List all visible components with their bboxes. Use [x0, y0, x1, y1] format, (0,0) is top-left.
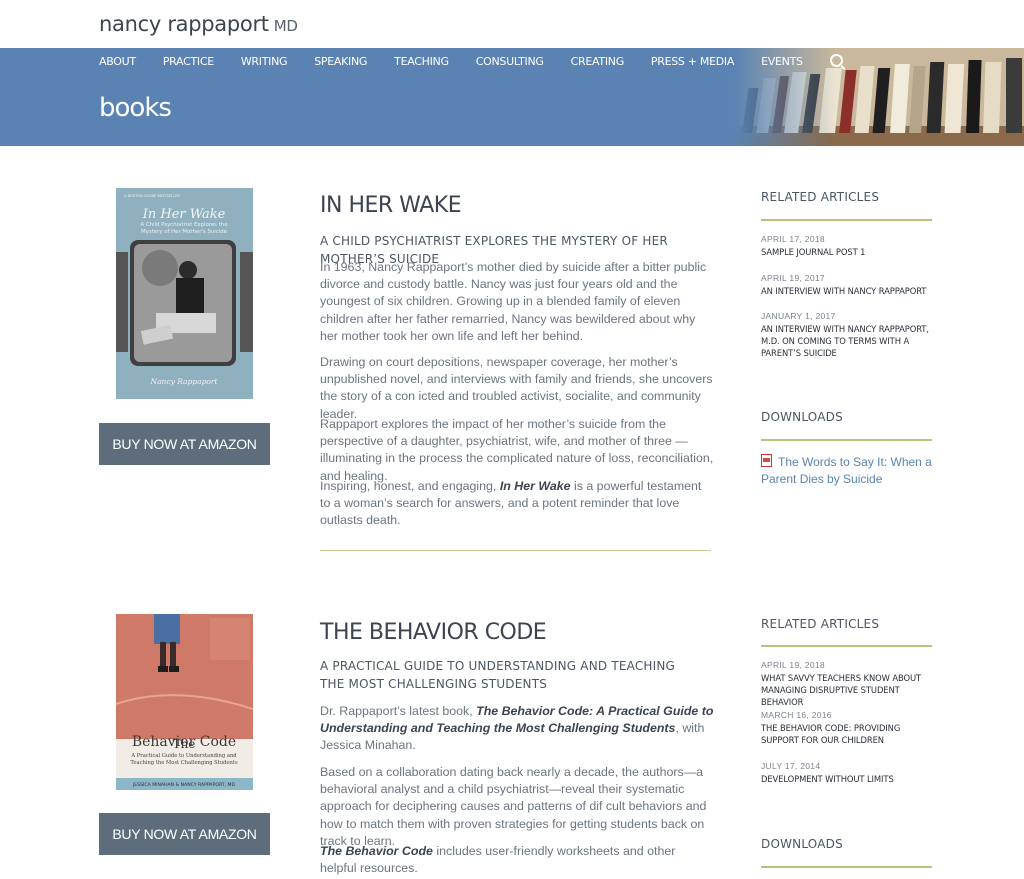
book-description-paragraph: The Behavior Code includes user-friendly… [320, 844, 676, 876]
book-title-emphasis: The Behavior Code [320, 844, 433, 858]
book-title: IN HER WAKE [320, 193, 462, 218]
sidebar-divider [761, 866, 932, 868]
article-link[interactable]: WHAT SAVVY TEACHERS KNOW ABOUT MANAGING … [761, 672, 933, 708]
sidebar-divider [761, 439, 932, 441]
book-title-emphasis: In Her Wake [499, 479, 571, 493]
article-date: JULY 17, 2014 [761, 761, 821, 771]
cover-title: In Her Wake [142, 207, 226, 222]
downloads-heading: DOWNLOADS [761, 410, 843, 424]
book-description-paragraph: Drawing on court depositions, newspaper … [320, 355, 713, 421]
pdf-icon [761, 454, 772, 467]
cover-tagline: A BOSTON GLOBE BESTSELLER [124, 194, 180, 198]
buy-now-amazon-button[interactable]: BUY NOW AT AMAZON [99, 813, 270, 855]
logo-suffix: MD [273, 17, 298, 35]
book-cover-behavior-code[interactable]: The Behavior Code A Practical Guide to U… [116, 614, 253, 790]
book-description-paragraph: Dr. Rappaport’s latest book, The Behavio… [320, 704, 714, 753]
page-banner: ABOUT PRACTICE WRITING SPEAKING TEACHING… [0, 48, 1024, 146]
related-articles-heading: RELATED ARTICLES [761, 190, 880, 204]
download-link-label: The Words to Say It: When a Parent Dies … [761, 455, 932, 486]
downloads-heading: DOWNLOADS [761, 837, 843, 851]
article-link[interactable]: DEVELOPMENT WITHOUT LIMITS [761, 773, 933, 785]
book-description-paragraph: Inspiring, honest, and engaging, In Her … [320, 479, 702, 528]
nav-item-events[interactable]: EVENTS [761, 55, 803, 68]
cover-title: Behavior Code [132, 734, 236, 750]
cover-author: Nancy Rappaport [150, 377, 219, 386]
article-link[interactable]: AN INTERVIEW WITH NANCY RAPPAPORT, M.D. … [761, 323, 933, 359]
buy-now-amazon-button[interactable]: BUY NOW AT AMAZON [99, 423, 270, 465]
nav-item-writing[interactable]: WRITING [241, 55, 288, 68]
svg-text:A Practical Guide to Understan: A Practical Guide to Understanding and [130, 753, 237, 759]
article-date: APRIL 19, 2017 [761, 273, 825, 283]
site-logo[interactable]: nancy rappaport MD [99, 12, 298, 36]
book-description-paragraph: In 1963, Nancy Rappaport’s mother died b… [320, 260, 707, 343]
book-description-paragraph: Rappaport explores the impact of her mot… [320, 417, 714, 483]
svg-text:Teaching the Most Challenging: Teaching the Most Challenging Students [130, 760, 238, 766]
book-subtitle: A PRACTICAL GUIDE TO UNDERSTANDING AND T… [320, 659, 676, 691]
svg-text:Mystery of Her Mother's Suicid: Mystery of Her Mother's Suicide [141, 229, 228, 235]
related-articles-heading: RELATED ARTICLES [761, 617, 880, 631]
nav-item-practice[interactable]: PRACTICE [163, 55, 214, 68]
search-icon[interactable] [829, 54, 843, 67]
nav-item-about[interactable]: ABOUT [99, 55, 136, 68]
article-date: JANUARY 1, 2017 [761, 311, 836, 321]
nav-item-creating[interactable]: CREATING [571, 55, 625, 68]
article-date: APRIL 17, 2018 [761, 234, 825, 244]
download-link[interactable]: The Words to Say It: When a Parent Dies … [761, 454, 936, 488]
article-date: MARCH 16, 2016 [761, 710, 832, 720]
page-title: books [99, 93, 172, 123]
cover-authors: JESSICA MINAHAN & NANCY RAPPAPORT, MD [132, 782, 236, 788]
nav-item-teaching[interactable]: TEACHING [394, 55, 449, 68]
book-cover-in-her-wake[interactable]: A BOSTON GLOBE BESTSELLER In Her Wake A … [116, 188, 253, 399]
article-link[interactable]: AN INTERVIEW WITH NANCY RAPPAPORT [761, 285, 933, 297]
svg-text:A Child Psychiatrist Explores: A Child Psychiatrist Explores the [140, 222, 228, 228]
book-title: THE BEHAVIOR CODE [320, 620, 547, 645]
article-date: APRIL 19, 2018 [761, 660, 825, 670]
nav-item-press-media[interactable]: PRESS + MEDIA [651, 55, 734, 68]
sidebar-divider [761, 219, 932, 221]
article-link[interactable]: SAMPLE JOURNAL POST 1 [761, 246, 933, 258]
section-divider [320, 550, 711, 551]
nav-item-speaking[interactable]: SPEAKING [314, 55, 367, 68]
article-link[interactable]: THE BEHAVIOR CODE: PROVIDING SUPPORT FOR… [761, 722, 933, 746]
sidebar-divider [761, 645, 932, 647]
main-nav: ABOUT PRACTICE WRITING SPEAKING TEACHING… [99, 54, 843, 68]
site-header: nancy rappaport MD [0, 0, 1024, 48]
logo-text: nancy rappaport [99, 12, 269, 36]
nav-item-consulting[interactable]: CONSULTING [476, 55, 544, 68]
book-description-paragraph: Based on a collaboration dating back nea… [320, 765, 707, 848]
